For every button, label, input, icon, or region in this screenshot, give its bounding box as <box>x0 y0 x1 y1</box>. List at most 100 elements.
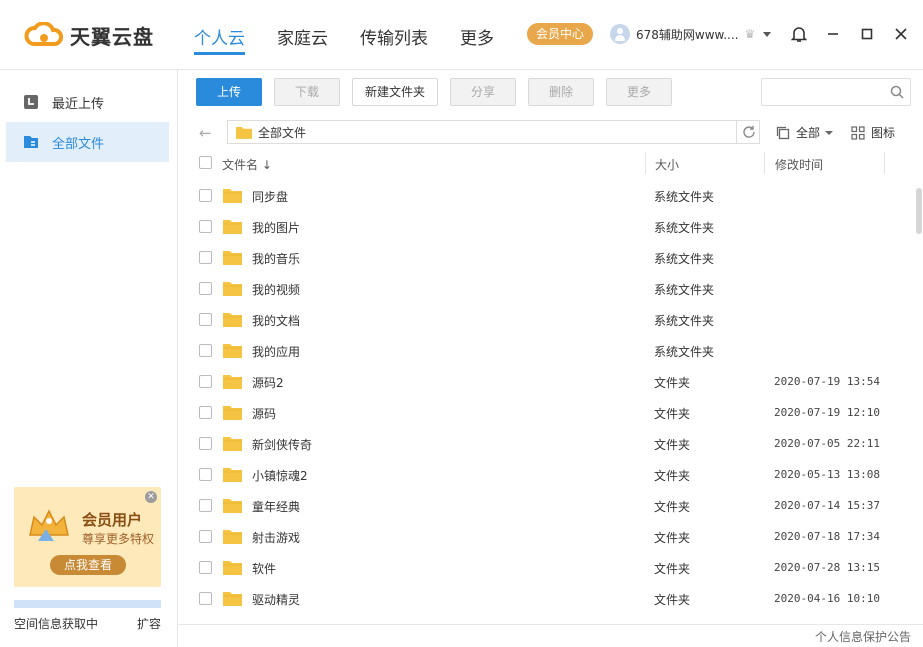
file-name[interactable]: 软件 <box>252 560 276 577</box>
maximize-icon[interactable] <box>857 24 877 44</box>
file-name[interactable]: 源码 <box>252 405 276 422</box>
file-name[interactable]: 小镇惊魂2 <box>252 467 308 484</box>
toolbar: 上传 下载 新建文件夹 分享 删除 更多 <box>179 70 923 114</box>
table-row[interactable]: 同步盘 系统文件夹 <box>179 180 913 211</box>
column-name-header[interactable]: 文件名 ↓ <box>222 156 272 173</box>
close-icon[interactable]: ✕ <box>145 491 157 503</box>
user-menu[interactable]: 678辅助网www.... ♛ <box>610 23 772 45</box>
table-row[interactable]: 我的视频 系统文件夹 <box>179 273 913 304</box>
table-row[interactable]: 我的文档 系统文件夹 <box>179 304 913 335</box>
row-checkbox[interactable] <box>199 530 212 543</box>
folder-icon <box>223 251 242 265</box>
table-row[interactable]: 源码2 文件夹 2020-07-19 13:54 <box>179 366 913 397</box>
chevron-down-icon <box>825 130 834 135</box>
row-checkbox[interactable] <box>199 189 212 202</box>
file-name[interactable]: 驱动精灵 <box>252 591 300 608</box>
file-size: 文件夹 <box>654 593 691 607</box>
search-input[interactable] <box>768 79 888 105</box>
close-icon[interactable] <box>891 24 911 44</box>
avatar <box>610 24 630 44</box>
minimize-icon[interactable] <box>823 24 843 44</box>
download-button[interactable]: 下载 <box>274 78 340 106</box>
refresh-icon[interactable] <box>736 120 760 144</box>
row-checkbox[interactable] <box>199 375 212 388</box>
file-size: 文件夹 <box>654 531 691 545</box>
folder-icon <box>223 406 242 420</box>
table-row[interactable]: 我的应用 系统文件夹 <box>179 335 913 366</box>
icon-view-toggle[interactable]: 图标 <box>851 124 895 141</box>
vip-promo-banner[interactable]: ✕ 会员用户 尊享更多特权 点我查看 <box>14 487 161 587</box>
new-folder-button[interactable]: 新建文件夹 <box>352 78 438 106</box>
row-checkbox[interactable] <box>199 499 212 512</box>
folder-icon <box>223 282 242 296</box>
privacy-notice-link[interactable]: 个人信息保护公告 <box>815 628 911 645</box>
expand-storage-link[interactable]: 扩容 <box>137 615 161 632</box>
folder-icon <box>223 375 242 389</box>
app-name: 天翼云盘 <box>70 24 154 49</box>
sidebar-item-all-files[interactable]: 全部文件 <box>6 122 169 162</box>
table-row[interactable]: 新剑侠传奇 文件夹 2020-07-05 22:11 <box>179 428 913 459</box>
row-checkbox[interactable] <box>199 220 212 233</box>
folder-icon <box>223 530 242 544</box>
row-checkbox[interactable] <box>199 344 212 357</box>
all-files-icon <box>22 133 40 151</box>
cloud-logo-icon <box>24 22 64 46</box>
file-size: 系统文件夹 <box>654 314 715 328</box>
file-name[interactable]: 我的视频 <box>252 281 300 298</box>
more-button[interactable]: 更多 <box>606 78 672 106</box>
row-checkbox[interactable] <box>199 561 212 574</box>
column-size-header[interactable]: 大小 <box>655 156 679 173</box>
tab-family-cloud[interactable]: 家庭云 <box>277 24 328 54</box>
filter-dropdown[interactable]: 全部 <box>776 124 834 141</box>
folder-icon <box>223 561 242 575</box>
tab-more[interactable]: 更多 <box>460 24 494 54</box>
row-checkbox[interactable] <box>199 313 212 326</box>
column-modified-header[interactable]: 修改时间 <box>775 156 823 173</box>
table-row[interactable]: 源码 文件夹 2020-07-19 12:10 <box>179 397 913 428</box>
row-checkbox[interactable] <box>199 592 212 605</box>
column-divider <box>764 152 765 174</box>
promo-view-button[interactable]: 点我查看 <box>50 555 126 575</box>
copy-icon <box>776 126 790 139</box>
upload-button[interactable]: 上传 <box>196 78 262 106</box>
file-name[interactable]: 童年经典 <box>252 498 300 515</box>
table-row[interactable]: 小镇惊魂2 文件夹 2020-05-13 13:08 <box>179 459 913 490</box>
file-name[interactable]: 我的文档 <box>252 312 300 329</box>
table-row[interactable]: 软件 文件夹 2020-07-28 13:15 <box>179 552 913 583</box>
sidebar-item-recent-upload[interactable]: 最近上传 <box>6 82 169 122</box>
file-name[interactable]: 射击游戏 <box>252 529 300 546</box>
row-checkbox[interactable] <box>199 251 212 264</box>
file-name[interactable]: 源码2 <box>252 374 284 391</box>
file-modified: 2020-05-13 13:08 <box>774 468 880 481</box>
select-all-checkbox[interactable] <box>199 156 212 169</box>
file-name[interactable]: 我的应用 <box>252 343 300 360</box>
search-icon[interactable] <box>890 85 904 99</box>
row-checkbox[interactable] <box>199 468 212 481</box>
bell-icon[interactable] <box>789 24 809 44</box>
scrollbar-thumb[interactable] <box>916 188 922 234</box>
tab-personal-cloud[interactable]: 个人云 <box>194 24 245 55</box>
file-name[interactable]: 我的图片 <box>252 219 300 236</box>
delete-button[interactable]: 删除 <box>528 78 594 106</box>
file-size: 系统文件夹 <box>654 221 715 235</box>
row-checkbox[interactable] <box>199 437 212 450</box>
file-size: 文件夹 <box>654 562 691 576</box>
row-checkbox[interactable] <box>199 406 212 419</box>
file-name[interactable]: 新剑侠传奇 <box>252 436 312 453</box>
back-arrow-icon[interactable]: ← <box>199 124 212 142</box>
table-row[interactable]: 童年经典 文件夹 2020-07-14 15:37 <box>179 490 913 521</box>
share-button[interactable]: 分享 <box>450 78 516 106</box>
table-row[interactable]: 我的图片 系统文件夹 <box>179 211 913 242</box>
icon-view-label: 图标 <box>871 126 896 140</box>
table-row[interactable]: 驱动精灵 文件夹 2020-04-16 10:10 <box>179 583 913 614</box>
vip-center-button[interactable]: 会员中心 <box>527 23 593 45</box>
divider <box>179 624 923 625</box>
tab-transfer-list[interactable]: 传输列表 <box>360 24 428 54</box>
file-name[interactable]: 同步盘 <box>252 188 288 205</box>
storage-progress-bar <box>14 600 161 608</box>
table-row[interactable]: 射击游戏 文件夹 2020-07-18 17:34 <box>179 521 913 552</box>
storage-status-text: 空间信息获取中 <box>14 617 99 631</box>
file-name[interactable]: 我的音乐 <box>252 250 300 267</box>
row-checkbox[interactable] <box>199 282 212 295</box>
table-row[interactable]: 我的音乐 系统文件夹 <box>179 242 913 273</box>
